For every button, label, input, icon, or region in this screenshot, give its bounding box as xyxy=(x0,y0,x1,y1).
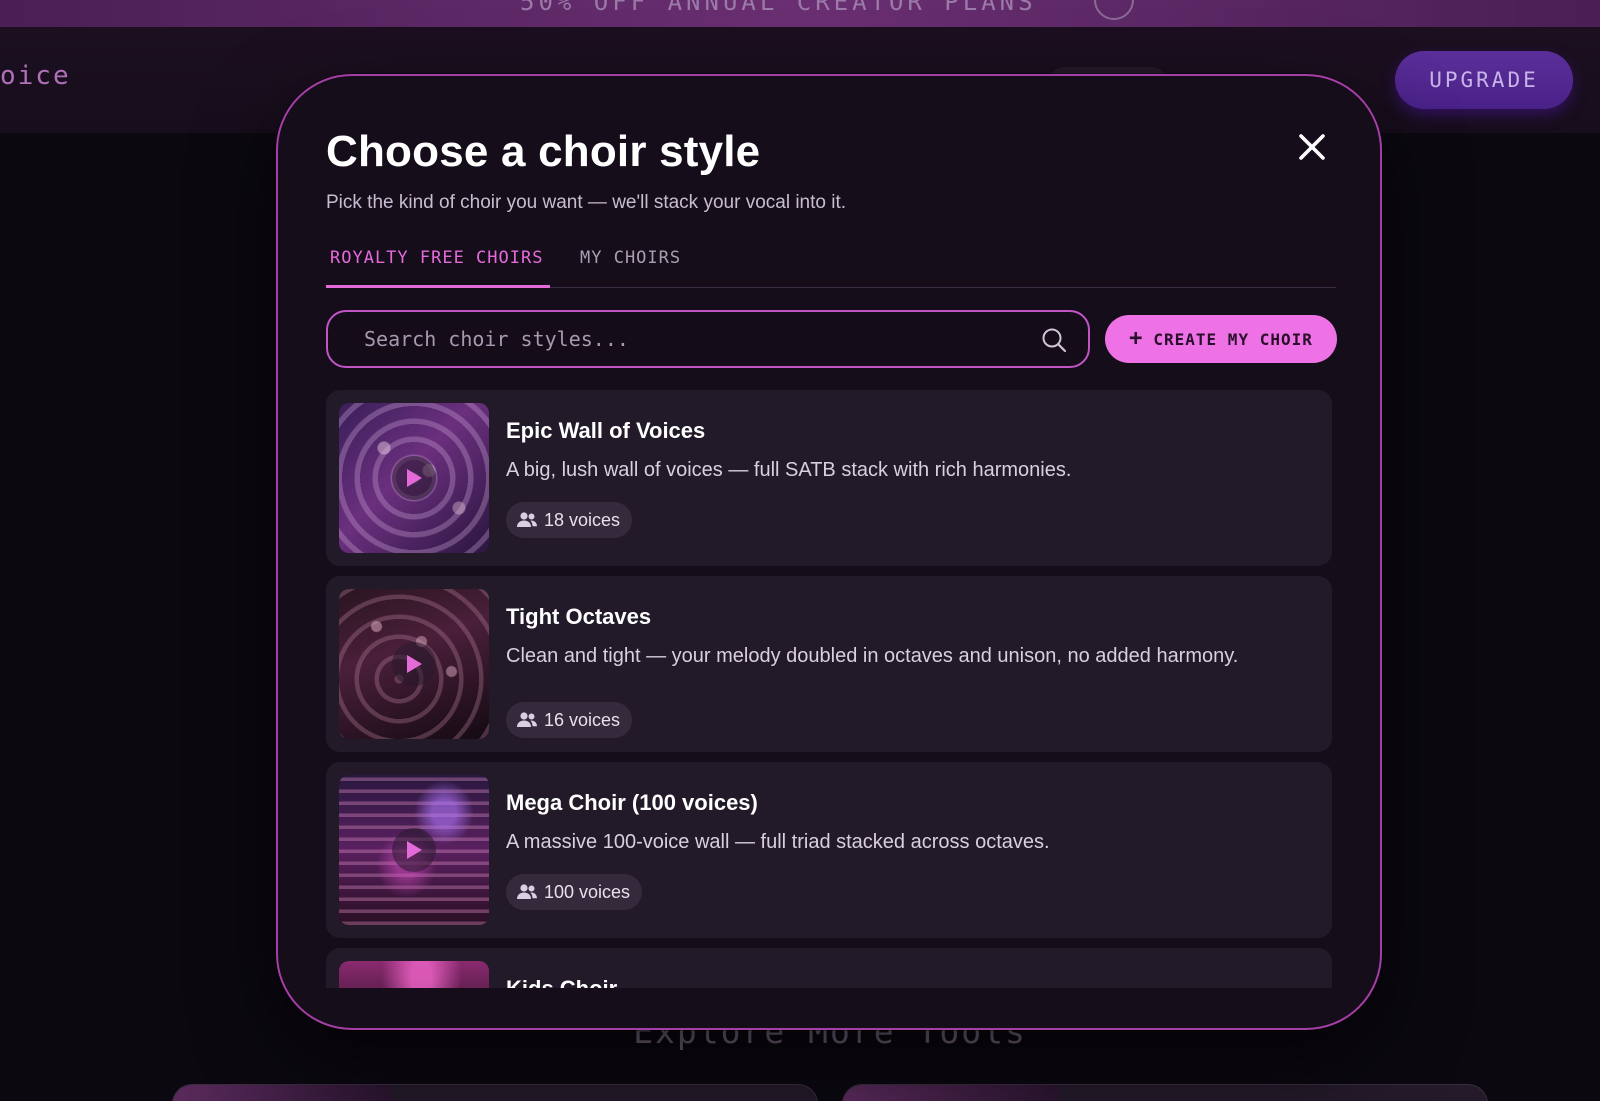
choir-description: A big, lush wall of voices — full SATB s… xyxy=(506,459,1072,481)
choir-title: Tight Octaves xyxy=(506,604,652,629)
voices-count: 18 voices xyxy=(544,509,621,530)
choir-list[interactable]: Epic Wall of Voices A big, lush wall of … xyxy=(326,390,1332,988)
search-input[interactable] xyxy=(364,312,1014,366)
search-icon[interactable] xyxy=(1040,326,1068,354)
voices-count: 16 voices xyxy=(544,709,621,730)
close-icon[interactable] xyxy=(1295,130,1329,164)
voices-badge: 16 voices xyxy=(506,702,633,738)
tool-card[interactable] xyxy=(172,1084,818,1101)
choir-thumbnail[interactable] xyxy=(339,589,489,739)
choir-card-tight-octaves[interactable]: Tight Octaves Clean and tight — your mel… xyxy=(326,576,1332,752)
create-my-choir-button[interactable]: + CREATE MY CHOIR xyxy=(1105,315,1337,363)
voices-badge: 100 voices xyxy=(506,874,643,910)
users-icon xyxy=(517,512,537,527)
tool-card[interactable] xyxy=(842,1084,1488,1101)
choir-card-kids-choir[interactable]: Kids Choir xyxy=(326,948,1332,988)
choir-description: Clean and tight — your melody doubled in… xyxy=(506,645,1239,667)
choir-thumbnail[interactable] xyxy=(339,403,489,553)
users-icon xyxy=(517,712,537,727)
tab-royalty-free-choirs[interactable]: ROYALTY FREE CHOIRS xyxy=(326,246,550,288)
upgrade-button[interactable]: UPGRADE xyxy=(1395,51,1573,109)
plus-icon: + xyxy=(1129,326,1144,351)
tab-my-choirs[interactable]: MY CHOIRS xyxy=(580,246,681,288)
choir-card-mega-choir[interactable]: Mega Choir (100 voices) A massive 100-vo… xyxy=(326,762,1332,938)
play-icon[interactable] xyxy=(392,456,436,500)
choir-style-modal: Choose a choir style Pick the kind of ch… xyxy=(276,74,1382,1030)
create-my-choir-label: CREATE MY CHOIR xyxy=(1153,329,1313,349)
choir-title: Mega Choir (100 voices) xyxy=(506,790,758,815)
voices-count: 100 voices xyxy=(544,881,631,902)
play-icon[interactable] xyxy=(392,642,436,686)
promo-banner[interactable]: 50% OFF ANNUAL CREATOR PLANS xyxy=(0,0,1600,27)
site-logo[interactable]: oice xyxy=(0,61,71,91)
modal-title: Choose a choir style xyxy=(326,127,761,176)
modal-subtitle: Pick the kind of choir you want — we'll … xyxy=(326,192,847,213)
choir-tabs: ROYALTY FREE CHOIRS MY CHOIRS xyxy=(326,246,1336,288)
search-field[interactable] xyxy=(326,310,1090,368)
choir-thumbnail[interactable] xyxy=(339,961,489,988)
choir-card-epic-wall-of-voices[interactable]: Epic Wall of Voices A big, lush wall of … xyxy=(326,390,1332,566)
choir-title: Kids Choir xyxy=(506,976,617,988)
users-icon xyxy=(517,884,537,899)
choir-thumbnail[interactable] xyxy=(339,775,489,925)
choir-description: A massive 100-voice wall — full triad st… xyxy=(506,831,1050,853)
promo-arrow-icon[interactable] xyxy=(1094,0,1134,20)
voices-badge: 18 voices xyxy=(506,502,633,538)
promo-text: 50% OFF ANNUAL CREATOR PLANS xyxy=(520,0,1037,16)
play-icon[interactable] xyxy=(392,828,436,872)
choir-title: Epic Wall of Voices xyxy=(506,418,706,443)
